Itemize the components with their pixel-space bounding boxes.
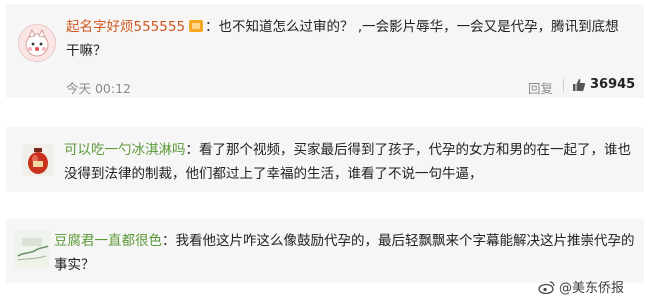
- comment-username[interactable]: 起名字好烦555555: [66, 19, 185, 35]
- avatar-jar-icon: [28, 148, 48, 174]
- avatar-illustration-icon: [25, 28, 49, 57]
- comment-card: 起名字好烦555555 ：也不知道怎么过审的？ ,一会影片辱华，一会又是代孕，腾讯…: [6, 4, 644, 98]
- avatar-sketch-icon: [14, 230, 50, 268]
- comment-card: 豆腐君一直都很色：我看他这片咋这么像鼓励代孕的，最后轻飘飘来个字幕能解决这片推崇…: [6, 219, 644, 283]
- reply-button[interactable]: 回复: [528, 78, 553, 97]
- divider: [563, 79, 564, 92]
- comment-card: 可以吃一勺冰淇淋吗：看了那个视频，买家最后得到了孩子，代孕的女方和男的在一起了，…: [6, 127, 644, 192]
- comment-username[interactable]: 豆腐君一直都很色: [54, 233, 162, 249]
- vip-badge-icon: [189, 20, 204, 32]
- thumbs-up-icon[interactable]: [572, 78, 586, 92]
- avatar[interactable]: [22, 144, 54, 176]
- like-count: 36945: [590, 77, 636, 92]
- comment-text-block: 起名字好烦555555 ：也不知道怎么过审的？ ,一会影片辱华，一会又是代孕，腾讯…: [66, 15, 632, 63]
- watermark: @美东侨报: [538, 277, 624, 296]
- comment-text-block: 可以吃一勺冰淇淋吗：看了那个视频，买家最后得到了孩子，代孕的女方和男的在一起了，…: [64, 138, 636, 186]
- comment-text-block: 豆腐君一直都很色：我看他这片咋这么像鼓励代孕的，最后轻飘飘来个字幕能解决这片推崇…: [54, 229, 636, 277]
- comment-timestamp: 今天 00:12: [66, 81, 131, 96]
- avatar[interactable]: [14, 230, 50, 268]
- avatar[interactable]: [18, 24, 56, 62]
- weibo-logo-icon: [538, 280, 555, 294]
- watermark-text: @美东侨报: [559, 281, 625, 296]
- comment-username[interactable]: 可以吃一勺冰淇淋吗: [64, 142, 186, 158]
